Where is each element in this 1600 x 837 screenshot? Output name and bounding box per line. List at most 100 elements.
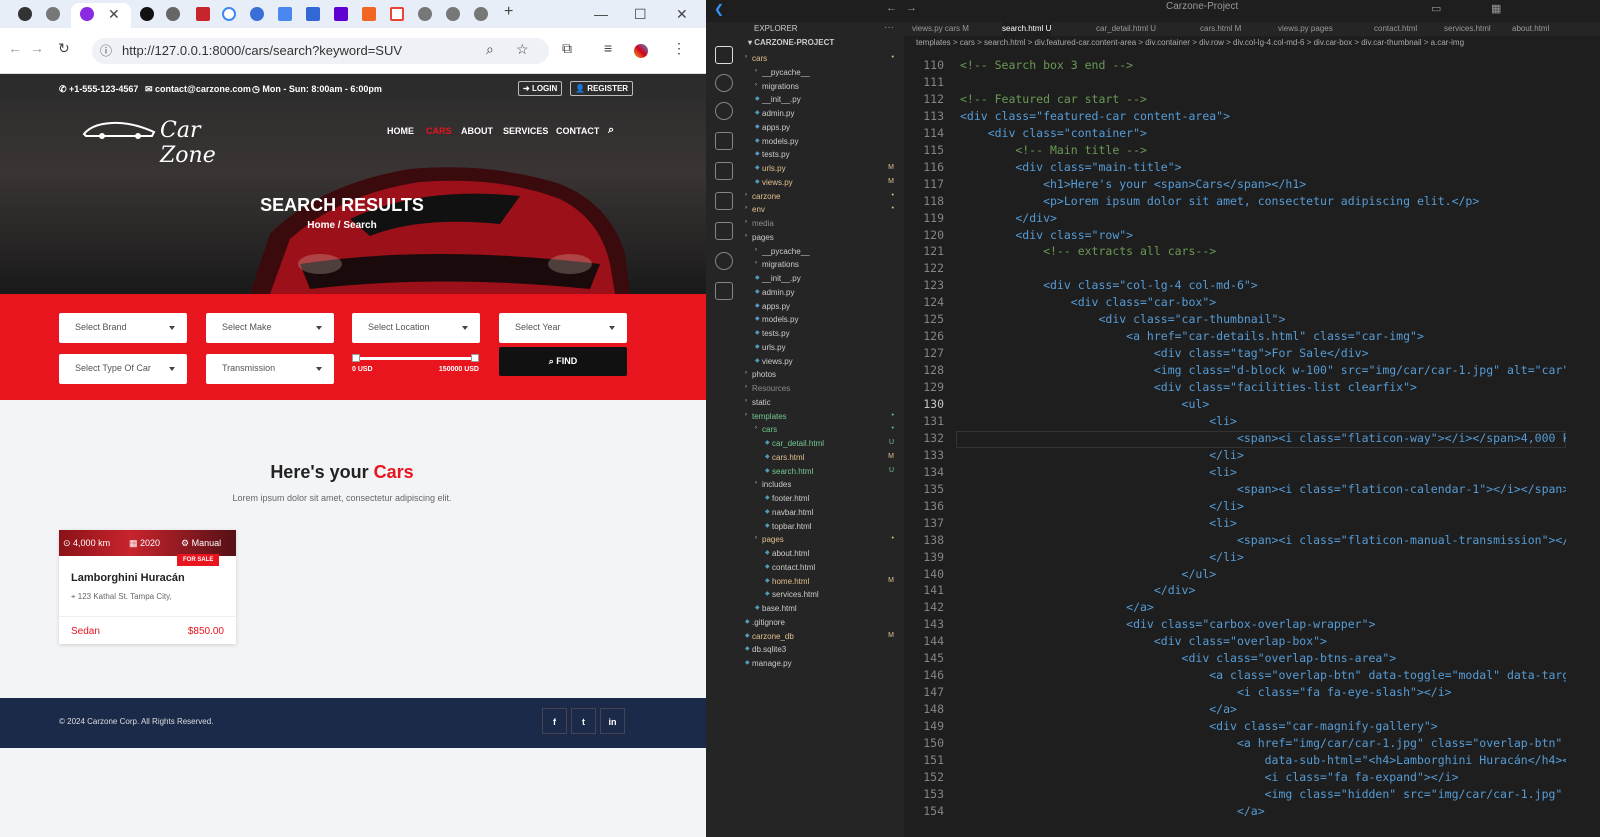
tree-folder[interactable]: › cars • (742, 423, 904, 437)
new-tab-icon[interactable]: + (504, 3, 513, 21)
tree-file[interactable]: ◆ __init__.py (742, 93, 904, 107)
extensions-icon[interactable]: ⧉ (562, 40, 572, 57)
media-icon[interactable]: ≡ (604, 40, 612, 56)
menu-kebab-icon[interactable]: ⋮ (672, 40, 686, 57)
tree-folder[interactable]: › Resources (742, 382, 904, 396)
tree-folder[interactable]: › carzone • (742, 190, 904, 204)
slider-min-handle[interactable] (352, 354, 360, 362)
linkedin-icon[interactable]: in (600, 708, 625, 734)
nav-contact[interactable]: CONTACT (556, 126, 599, 136)
editor-tab[interactable]: cars.html M (1200, 22, 1241, 36)
tree-folder[interactable]: › migrations (742, 80, 904, 94)
tree-file[interactable]: ◆ navbar.html (742, 506, 904, 520)
project-root[interactable]: ▾ CARZONE-PROJECT (742, 38, 904, 47)
zoom-icon[interactable]: ⌕ (486, 41, 494, 58)
tree-file[interactable]: ◆ apps.py (742, 121, 904, 135)
gmail-icon[interactable] (390, 7, 404, 21)
tree-file[interactable]: ◆ views.py M (742, 176, 904, 190)
car-type-select[interactable]: Select Type Of Car (59, 354, 187, 384)
make-select[interactable]: Select Make (206, 313, 334, 343)
brand-select[interactable]: Select Brand (59, 313, 187, 343)
tree-folder[interactable]: › __pycache__ (742, 245, 904, 259)
profile-avatar[interactable] (634, 44, 648, 58)
tree-file[interactable]: ◆ home.html M (742, 575, 904, 589)
tree-file[interactable]: ◆ search.html U (742, 465, 904, 479)
location-select[interactable]: Select Location (352, 313, 480, 343)
forward-icon[interactable]: → (30, 40, 44, 56)
price-range-slider[interactable]: 0 USD 150000 USD (352, 353, 479, 383)
tree-folder[interactable]: › cars • (742, 52, 904, 66)
layout-grid-icon[interactable]: ▦ (1491, 2, 1501, 15)
globe-icon[interactable] (166, 7, 180, 21)
layout-icon[interactable]: ▭ (1431, 2, 1441, 15)
editor-tab[interactable]: contact.html (1374, 22, 1417, 36)
history-icon[interactable] (250, 7, 264, 21)
editor-tab[interactable]: services.html (1444, 22, 1491, 36)
globe-icon[interactable] (418, 7, 432, 21)
editor-tab[interactable]: car_detail.html U (1096, 22, 1156, 36)
tree-folder[interactable]: › media (742, 217, 904, 231)
globe-icon[interactable] (46, 7, 60, 21)
nav-about[interactable]: ABOUT (461, 126, 493, 136)
bookmark-star-icon[interactable]: ☆ (516, 41, 529, 58)
close-tab-icon[interactable]: ✕ (108, 6, 120, 23)
back-icon[interactable]: ← (8, 40, 22, 56)
editor-breadcrumb[interactable]: templates > cars > search.html > div.fea… (916, 38, 1464, 47)
yahoo-icon[interactable] (334, 7, 348, 21)
editor-tab[interactable]: search.html U (1002, 22, 1052, 36)
command-center[interactable]: Carzone-Project (1166, 1, 1238, 12)
tree-file[interactable]: ◆ carzone_db M (742, 630, 904, 644)
tree-folder[interactable]: › __pycache__ (742, 66, 904, 80)
nav-forward-icon[interactable]: → (906, 2, 917, 14)
tree-file[interactable]: ◆ about.html (742, 547, 904, 561)
carzone-logo[interactable]: Car Zone (82, 118, 262, 168)
tree-file[interactable]: ◆ apps.py (742, 300, 904, 314)
tree-file[interactable]: ◆ car_detail.html U (742, 437, 904, 451)
tree-folder[interactable]: › pages • (742, 533, 904, 547)
login-button[interactable]: ➜ LOGIN (518, 81, 563, 96)
minimize-icon[interactable]: — (594, 6, 608, 22)
tree-file[interactable]: ◆ services.html (742, 588, 904, 602)
car-thumbnail[interactable]: ⊙ 4,000 km ▦ 2020 ⚙ Manual (59, 530, 236, 556)
site-info-icon[interactable]: ⓘ (100, 42, 112, 59)
tree-file[interactable]: ◆ base.html (742, 602, 904, 616)
tree-file[interactable]: ◆ manage.py (742, 657, 904, 671)
tree-file[interactable]: ◆ urls.py (742, 341, 904, 355)
tree-file[interactable]: ◆ topbar.html (742, 520, 904, 534)
extensions-icon[interactable] (715, 162, 733, 180)
remote-explorer-icon[interactable] (715, 192, 733, 210)
editor-tab[interactable]: views.py pages (1278, 22, 1333, 36)
year-select[interactable]: Select Year (499, 313, 627, 343)
testing-icon[interactable] (715, 222, 733, 240)
tree-folder[interactable]: › templates • (742, 410, 904, 424)
explorer-icon[interactable] (715, 46, 733, 64)
nav-cars[interactable]: CARS (426, 126, 452, 136)
openai-icon[interactable] (140, 7, 154, 21)
github-icon[interactable] (18, 7, 32, 21)
tree-file[interactable]: ◆ footer.html (742, 492, 904, 506)
twitter-icon[interactable]: t (571, 708, 596, 734)
source-control-icon[interactable] (715, 102, 733, 120)
google-icon[interactable] (222, 7, 236, 21)
nav-services[interactable]: SERVICES (503, 126, 548, 136)
slider-max-handle[interactable] (471, 354, 479, 362)
globe-icon[interactable] (446, 7, 460, 21)
close-window-icon[interactable]: ✕ (676, 6, 688, 23)
tree-file[interactable]: ◆ tests.py (742, 148, 904, 162)
tree-folder[interactable]: › env • (742, 203, 904, 217)
globe-icon[interactable] (474, 7, 488, 21)
tree-file[interactable]: ◆ cars.html M (742, 451, 904, 465)
azure-icon[interactable] (715, 282, 733, 300)
editor-tab[interactable]: views.py cars M (912, 22, 969, 36)
flag-icon[interactable] (196, 7, 210, 21)
nav-home[interactable]: HOME (387, 126, 414, 136)
tree-folder[interactable]: › migrations (742, 258, 904, 272)
tree-file[interactable]: ◆ models.py (742, 135, 904, 149)
car-name[interactable]: Lamborghini Huracán (71, 572, 185, 584)
tree-folder[interactable]: › includes (742, 478, 904, 492)
docs-icon[interactable] (306, 7, 320, 21)
tree-folder[interactable]: › photos (742, 368, 904, 382)
tree-file[interactable]: ◆ contact.html (742, 561, 904, 575)
search-icon[interactable] (715, 74, 733, 92)
search-icon[interactable]: ⌕ (608, 124, 614, 137)
